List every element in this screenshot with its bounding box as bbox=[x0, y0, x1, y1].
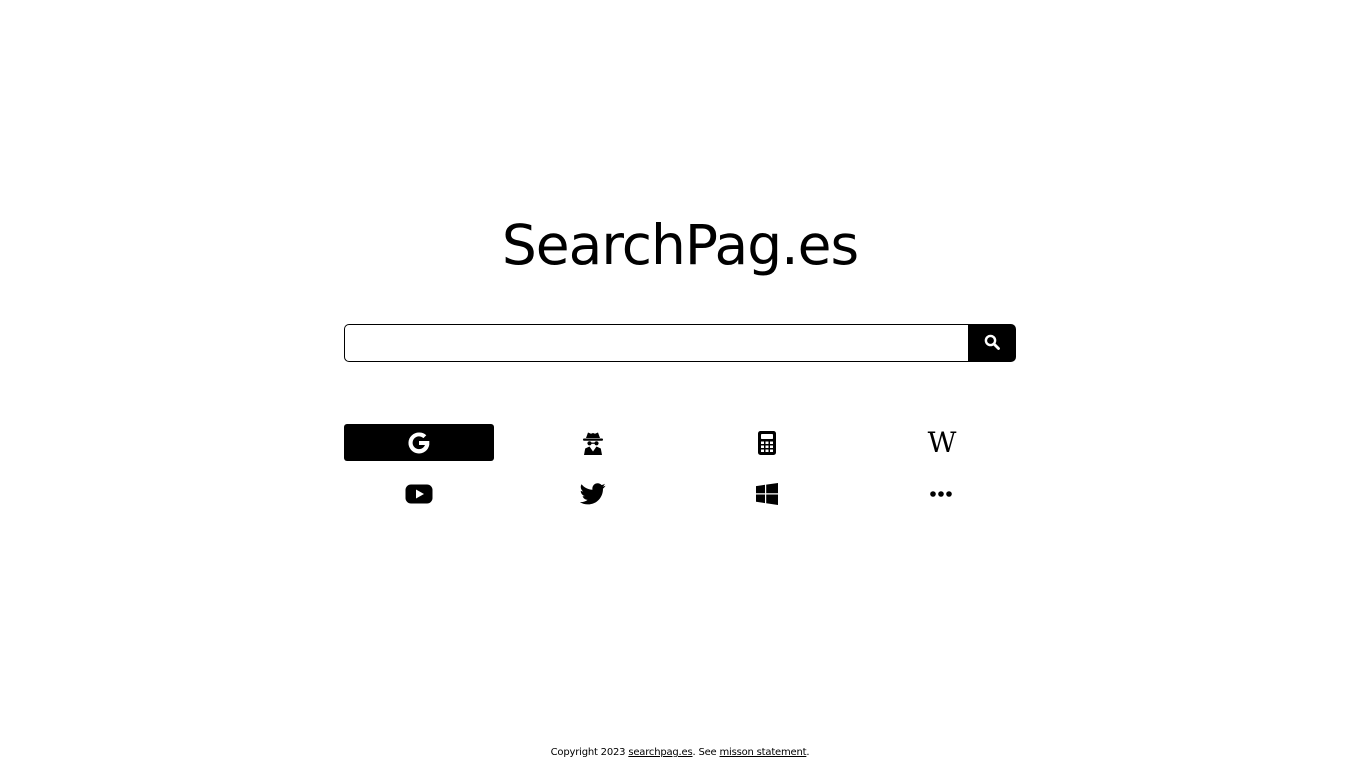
footer-site-link[interactable]: searchpag.es bbox=[628, 747, 692, 758]
engine-private-button[interactable] bbox=[518, 424, 668, 461]
footer-see-text: . See bbox=[692, 747, 720, 758]
footer-period: . bbox=[806, 747, 810, 758]
search-form bbox=[344, 324, 1016, 362]
engine-more-button[interactable] bbox=[866, 475, 1016, 512]
search-input[interactable] bbox=[344, 324, 968, 362]
page: SearchPag.es W Copyright 2023 searchpag.… bbox=[0, 0, 1360, 768]
google-icon bbox=[406, 430, 432, 456]
engine-youtube-button[interactable] bbox=[344, 475, 494, 512]
footer-mission-link[interactable]: misson statement bbox=[720, 747, 807, 758]
engine-calculator-button[interactable] bbox=[692, 424, 842, 461]
footer: Copyright 2023 searchpag.es. See misson … bbox=[0, 746, 1360, 760]
calculator-icon bbox=[757, 430, 777, 456]
search-icon bbox=[984, 334, 1000, 353]
youtube-icon bbox=[405, 484, 433, 504]
engine-twitter-button[interactable] bbox=[518, 475, 668, 512]
twitter-icon bbox=[580, 482, 606, 505]
search-button[interactable] bbox=[968, 324, 1016, 362]
spy-icon bbox=[581, 430, 605, 456]
page-title: SearchPag.es bbox=[501, 213, 859, 277]
footer-copyright: Copyright 2023 bbox=[550, 747, 629, 758]
engine-shortcuts: W bbox=[344, 424, 1016, 512]
engine-windows-button[interactable] bbox=[692, 475, 842, 512]
more-icon bbox=[929, 490, 953, 498]
engine-wikipedia-button[interactable]: W bbox=[866, 424, 1016, 461]
windows-icon bbox=[756, 482, 778, 505]
engine-google-button[interactable] bbox=[344, 424, 494, 461]
wikipedia-icon: W bbox=[927, 425, 957, 459]
